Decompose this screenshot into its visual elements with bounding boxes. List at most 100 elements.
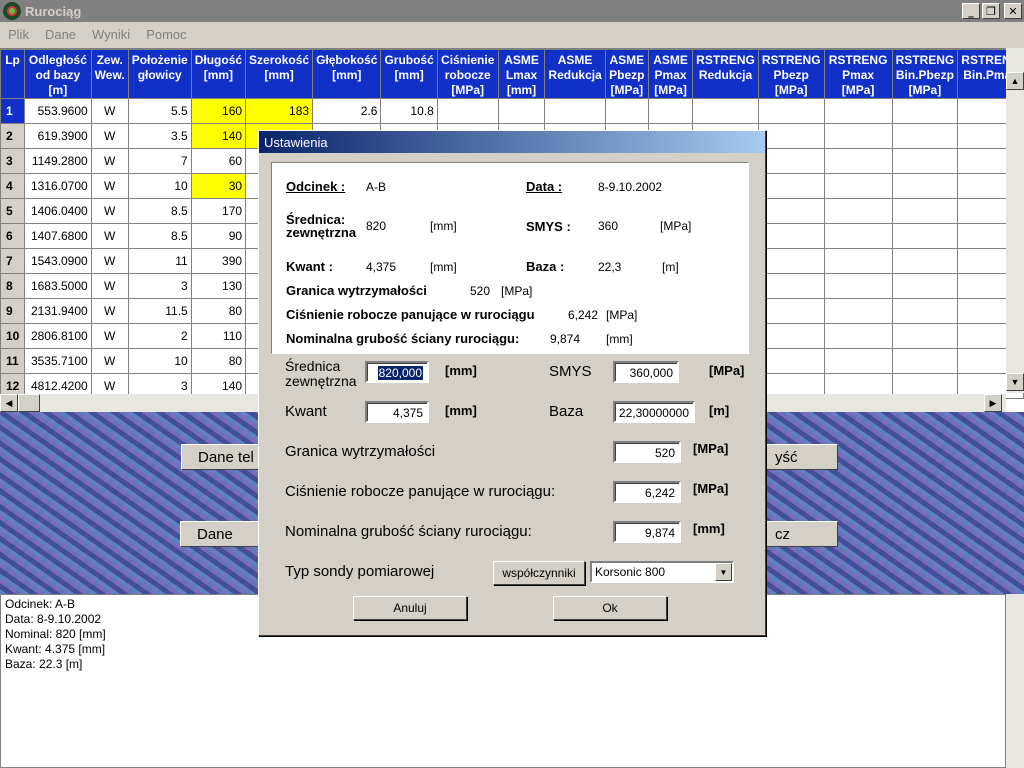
table-cell[interactable] (604, 98, 649, 124)
column-header[interactable]: RSTRENG Redukcja (692, 49, 759, 99)
table-cell[interactable]: 1149.2800 (24, 148, 92, 174)
table-cell[interactable] (823, 98, 893, 124)
restore-button[interactable]: ❐ (982, 3, 1000, 19)
row-number-cell[interactable]: 1 (0, 98, 26, 124)
column-header[interactable]: Szerokość [mm] (245, 49, 314, 99)
row-number-cell[interactable]: 4 (0, 173, 26, 199)
table-cell[interactable]: 110 (190, 323, 247, 349)
row-number-cell[interactable]: 10 (0, 323, 26, 349)
table-cell[interactable]: 90 (190, 223, 247, 249)
table-cell[interactable]: W (90, 173, 129, 199)
table-cell[interactable]: W (90, 298, 129, 324)
table-cell[interactable]: 10.8 (380, 98, 438, 124)
table-cell[interactable]: 130 (190, 273, 247, 299)
table-cell[interactable] (823, 298, 893, 324)
table-cell[interactable] (823, 223, 893, 249)
scroll-left-arrow-icon[interactable]: ◀ (0, 394, 18, 412)
table-cell[interactable]: 1407.6800 (24, 223, 92, 249)
column-header[interactable]: RSTRENG Pmax [MPa] (823, 49, 893, 99)
table-cell[interactable] (647, 98, 694, 124)
table-cell[interactable]: W (90, 123, 129, 149)
table-cell[interactable] (823, 248, 893, 274)
dane-button[interactable]: Dane (180, 521, 270, 547)
cisnienie-input[interactable]: 6,242 (613, 481, 681, 503)
table-cell[interactable]: 1543.0900 (24, 248, 92, 274)
column-header[interactable]: Zew. Wew. (90, 49, 129, 99)
table-cell[interactable] (891, 273, 959, 299)
table-cell[interactable] (891, 223, 959, 249)
przelicz-button[interactable]: cz (758, 521, 838, 547)
table-cell[interactable] (436, 98, 499, 124)
table-cell[interactable]: W (90, 323, 129, 349)
granica-input[interactable]: 520 (613, 441, 681, 463)
table-cell[interactable]: W (90, 198, 129, 224)
table-cell[interactable] (891, 123, 959, 149)
table-cell[interactable]: 5.5 (127, 98, 192, 124)
table-cell[interactable]: 1683.5000 (24, 273, 92, 299)
row-number-cell[interactable]: 7 (0, 248, 26, 274)
sonda-select[interactable]: Korsonic 800 ▼ (590, 561, 734, 583)
column-header[interactable]: Długość [mm] (190, 49, 247, 99)
table-cell[interactable]: 80 (190, 348, 247, 374)
row-number-cell[interactable]: 2 (0, 123, 26, 149)
table-cell[interactable]: 7 (127, 148, 192, 174)
column-header[interactable]: ASME Redukcja (544, 49, 606, 99)
baza-input[interactable]: 22,30000000 (613, 401, 695, 423)
table-cell[interactable]: 1406.0400 (24, 198, 92, 224)
scroll-right-arrow-icon[interactable]: ▶ (984, 394, 1002, 412)
table-row[interactable]: 1 553.9600 W 5.5 160 183 2.6 10.8 (0, 98, 1024, 124)
menu-dane[interactable]: Dane (37, 27, 84, 42)
table-cell[interactable]: 2 (127, 323, 192, 349)
table-cell[interactable]: 8.5 (127, 198, 192, 224)
scroll-down-arrow-icon[interactable]: ▼ (1006, 373, 1024, 391)
menu-wyniki[interactable]: Wyniki (84, 27, 138, 42)
table-cell[interactable] (757, 298, 825, 324)
table-cell[interactable]: W (90, 273, 129, 299)
table-cell[interactable] (757, 173, 825, 199)
table-cell[interactable]: 11.5 (127, 298, 192, 324)
column-header[interactable]: Głębokość [mm] (312, 49, 382, 99)
table-cell[interactable]: 553.9600 (24, 98, 92, 124)
ok-button[interactable]: Ok (553, 596, 667, 620)
table-cell[interactable]: 2131.9400 (24, 298, 92, 324)
table-cell[interactable] (757, 223, 825, 249)
table-cell[interactable] (757, 273, 825, 299)
table-cell[interactable] (823, 148, 893, 174)
row-number-cell[interactable]: 11 (0, 348, 26, 374)
grid-vertical-scrollbar[interactable]: ▲ ▼ (1006, 48, 1024, 393)
table-cell[interactable] (891, 173, 959, 199)
table-cell[interactable] (757, 148, 825, 174)
table-cell[interactable]: 80 (190, 298, 247, 324)
column-header[interactable]: Położenie głowicy (127, 49, 192, 99)
table-cell[interactable] (891, 98, 959, 124)
column-header[interactable]: ASME Pmax [MPa] (647, 49, 694, 99)
srednica-input[interactable]: 820,000 (365, 361, 429, 383)
table-cell[interactable] (891, 198, 959, 224)
table-cell[interactable] (891, 148, 959, 174)
table-cell[interactable] (544, 98, 606, 124)
horizontal-scroll-thumb[interactable] (18, 394, 40, 412)
table-cell[interactable]: 619.3900 (24, 123, 92, 149)
table-cell[interactable] (497, 98, 546, 124)
table-cell[interactable]: 170 (190, 198, 247, 224)
table-cell[interactable]: W (90, 223, 129, 249)
column-header[interactable]: ASME Pbezp [MPa] (604, 49, 649, 99)
column-header[interactable]: Grubość [mm] (380, 49, 438, 99)
row-number-cell[interactable]: 8 (0, 273, 26, 299)
close-button[interactable]: ✕ (1004, 3, 1022, 19)
table-cell[interactable] (692, 98, 759, 124)
scroll-up-arrow-icon[interactable]: ▲ (1006, 72, 1024, 90)
table-cell[interactable] (823, 323, 893, 349)
minimize-button[interactable]: _ (962, 3, 980, 19)
row-number-cell[interactable]: 9 (0, 298, 26, 324)
table-cell[interactable]: 3 (127, 273, 192, 299)
row-number-cell[interactable]: 3 (0, 148, 26, 174)
table-cell[interactable]: 390 (190, 248, 247, 274)
table-cell[interactable]: 140 (190, 123, 247, 149)
column-header[interactable]: RSTRENG Pbezp [MPa] (757, 49, 825, 99)
column-header[interactable]: Lp (0, 49, 26, 99)
table-cell[interactable]: 11 (127, 248, 192, 274)
table-cell[interactable] (823, 173, 893, 199)
table-cell[interactable]: 183 (245, 98, 314, 124)
table-cell[interactable]: W (90, 98, 129, 124)
